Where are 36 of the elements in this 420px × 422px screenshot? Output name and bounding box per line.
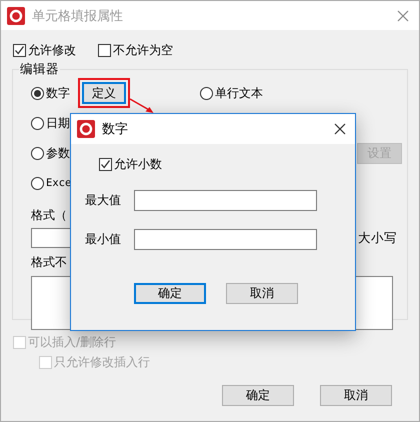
define-button[interactable]: 定义 [82, 82, 126, 104]
app-logo-icon [7, 6, 25, 24]
checkbox[interactable] [98, 44, 111, 57]
input-field[interactable] [134, 190, 317, 211]
case-label: 大小写 [358, 230, 397, 246]
format-label: 格式（ [31, 207, 68, 223]
checkbox-label: 不允许为空 [113, 42, 173, 59]
checkbox-label: 只允许修改插入行 [54, 354, 150, 370]
format-hint-label: 格式不 [31, 254, 68, 270]
radio-button[interactable] [31, 176, 44, 190]
checkbox[interactable] [99, 158, 112, 170]
dialog-button[interactable]: 确定 [134, 283, 206, 304]
group-label: 编辑器 [19, 61, 60, 78]
checkbox-label: 可以插入/删除行 [28, 334, 116, 350]
radio-label: 日期 [46, 114, 70, 132]
close-icon[interactable] [334, 123, 346, 135]
radio-label: 数字 [46, 84, 70, 102]
radio-label: 单行文本 [215, 84, 263, 102]
radio-button[interactable] [31, 116, 44, 130]
field-label: 最大值 [85, 192, 121, 209]
dialog-title: 数字 [102, 121, 129, 138]
radio-label: Exce [46, 177, 72, 189]
dialog-button[interactable]: 取消 [226, 283, 298, 304]
dialog-button[interactable]: 确定 [222, 385, 294, 406]
radio-label: 参数 [46, 144, 70, 162]
checkbox-label: 允许修改 [28, 42, 76, 59]
radio-button[interactable] [31, 86, 44, 100]
radio-button[interactable] [31, 146, 44, 160]
app-logo-icon [77, 120, 95, 138]
input-field[interactable] [134, 229, 317, 250]
field-label: 最小值 [85, 231, 121, 248]
dialog-button[interactable]: 取消 [320, 385, 392, 406]
radio-button[interactable] [200, 86, 213, 100]
checkbox[interactable] [13, 44, 26, 57]
window-title: 单元格填报属性 [32, 8, 124, 24]
checkbox-label: 允许小数 [114, 156, 162, 172]
